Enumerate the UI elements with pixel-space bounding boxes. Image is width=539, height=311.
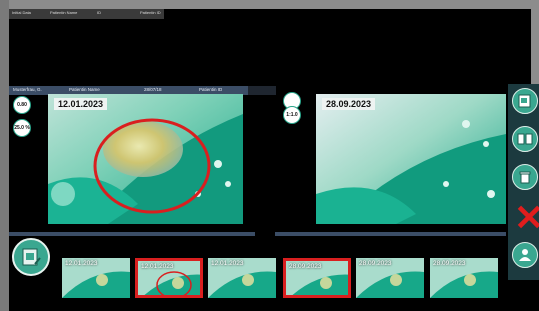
- thumbnail-date: 28.09.2023: [289, 263, 322, 270]
- right-date-label: 28.09.2023: [322, 98, 376, 110]
- right-image-graphic: [316, 94, 506, 224]
- thumbnail-date: 28.09.2023: [433, 260, 466, 267]
- thumbnail-3[interactable]: 12.01.2023: [208, 258, 276, 298]
- top-field-2: Patientin Name: [50, 10, 78, 15]
- left-strip-bar: [9, 232, 255, 236]
- thumbnail-date: 12.01.2023: [211, 260, 244, 267]
- user-manage-button[interactable]: [512, 242, 538, 268]
- import-image-button[interactable]: [512, 88, 538, 114]
- top-field-4: Patientin ID: [140, 10, 161, 15]
- thumbnail-5[interactable]: 28.09.2023: [356, 258, 424, 298]
- right-main-image[interactable]: 28.09.2023: [316, 94, 506, 224]
- left-header-name-label: Patientin Name: [69, 87, 100, 92]
- zoom-percent-button[interactable]: 25.0 %: [13, 119, 31, 137]
- right-ratio-button[interactable]: 1:1.0: [283, 106, 301, 124]
- import-image-icon: [518, 94, 531, 108]
- thumbnail-date: 12.01.2023: [65, 260, 98, 267]
- zoom-level-button[interactable]: 0.80: [13, 96, 31, 114]
- user-manage-icon: [519, 249, 531, 261]
- middle-header-gap: [248, 86, 276, 95]
- top-field-1: Initial Data: [12, 10, 31, 15]
- top-info-bar: Initial Data Patientin Name ID Patientin…: [9, 9, 164, 19]
- gallery-edit-button[interactable]: [12, 238, 50, 276]
- right-strip-bar: [275, 232, 506, 236]
- trash-icon: [519, 171, 531, 184]
- left-header-dob: 28/07/18: [144, 87, 162, 92]
- thumbnail-date: 28.09.2023: [359, 260, 392, 267]
- right-toolbar: ✕: [508, 84, 539, 280]
- window-frame-left: [0, 0, 9, 311]
- delete-button[interactable]: [512, 164, 538, 190]
- thumbnail-6[interactable]: 28.09.2023: [430, 258, 498, 298]
- left-header-name: Musterfrau, G.: [13, 87, 42, 92]
- window-frame-right: [531, 0, 539, 84]
- thumbnail-2[interactable]: 12.01.2023: [135, 258, 203, 298]
- window-frame-top: [0, 0, 539, 9]
- left-header-id: Patientin ID: [199, 87, 223, 92]
- compare-view-button[interactable]: [512, 126, 538, 152]
- top-field-3: ID: [97, 10, 101, 15]
- thumbnail-1[interactable]: 12.01.2023: [62, 258, 130, 298]
- left-date-label: 12.01.2023: [54, 98, 108, 110]
- thumbnail-annotation-circle: [156, 271, 192, 295]
- compare-view-icon: [517, 133, 533, 145]
- gallery-edit-icon: [22, 248, 41, 266]
- thumbnail-4[interactable]: 28.09.2023: [283, 258, 351, 298]
- close-x-icon[interactable]: ✕: [514, 200, 539, 236]
- annotation-circle[interactable]: [90, 116, 214, 216]
